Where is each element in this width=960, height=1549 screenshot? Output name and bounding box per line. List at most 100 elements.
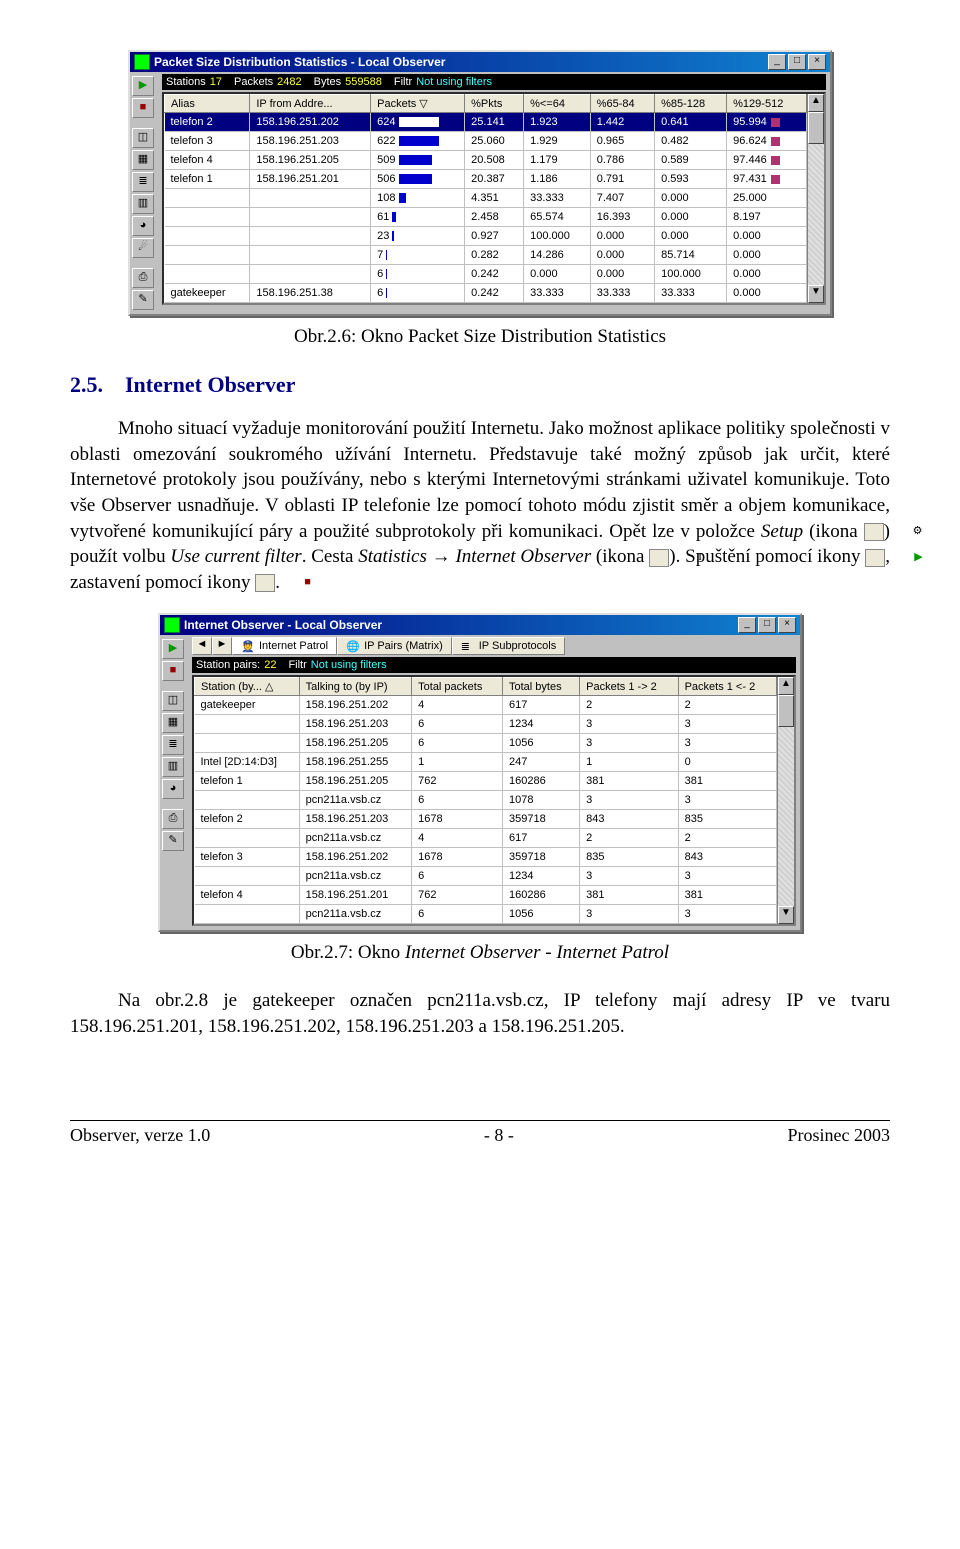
tab-bar: ◄ ► 👮Internet Patrol 🌐IP Pairs (Matrix) …	[192, 637, 796, 655]
tab-internet-patrol[interactable]: 👮Internet Patrol	[232, 637, 337, 655]
figure-1: Packet Size Distribution Statistics - Lo…	[70, 50, 890, 316]
list-icon[interactable]: ≣	[132, 172, 154, 192]
table-row[interactable]: 23 0.927100.0000.0000.0000.000	[165, 227, 807, 246]
window-packet-size: Packet Size Distribution Statistics - Lo…	[128, 50, 832, 316]
app-icon	[134, 54, 150, 70]
table-row[interactable]: telefon 2158.196.251.202624 25.1411.9231…	[165, 113, 807, 132]
pairs-value: 22	[264, 659, 276, 671]
table-row[interactable]: 108 4.35133.3337.4070.00025.000	[165, 189, 807, 208]
table-row[interactable]: 61 2.45865.57416.3930.0008.197	[165, 208, 807, 227]
list-icon[interactable]: ≣	[162, 735, 184, 755]
print-icon[interactable]: ⎙	[162, 809, 184, 829]
table-row[interactable]: 158.196.251.2036123433	[195, 715, 777, 734]
close-button[interactable]: ×	[778, 617, 796, 633]
graph-icon[interactable]: ☄	[132, 238, 154, 258]
data-grid[interactable]: Station (by... △Talking to (by IP)Total …	[194, 677, 777, 924]
column-header[interactable]: IP from Addre...	[250, 95, 371, 113]
stop-icon[interactable]: ■	[162, 661, 184, 681]
tab-prev-button[interactable]: ◄	[192, 637, 212, 655]
stations-label: Stations	[166, 76, 206, 88]
stop-icon[interactable]: ■	[132, 98, 154, 118]
bytes-value: 559588	[345, 76, 382, 88]
maximize-button[interactable]: □	[788, 54, 806, 70]
globe-icon: 🌐	[346, 640, 360, 652]
column-header[interactable]: Total bytes	[502, 678, 579, 696]
section-heading: 2.5.Internet Observer	[70, 372, 890, 398]
table-row[interactable]: gatekeeper158.196.251.386 0.24233.33333.…	[165, 284, 807, 303]
column-header[interactable]: Packets 1 <- 2	[678, 678, 776, 696]
stop-icon: ■	[255, 574, 275, 592]
table-row[interactable]: pcn211a.vsb.cz461722	[195, 829, 777, 848]
column-header[interactable]: Packets 1 -> 2	[580, 678, 678, 696]
data-grid[interactable]: AliasIP from Addre...Packets ▽%Pkts%<=64…	[164, 94, 807, 303]
window-title: Internet Observer - Local Observer	[184, 618, 738, 632]
close-button[interactable]: ×	[808, 54, 826, 70]
table-row[interactable]: gatekeeper158.196.251.202461722	[195, 696, 777, 715]
column-header[interactable]: %65-84	[590, 95, 654, 113]
tab-next-button[interactable]: ►	[212, 637, 232, 655]
vertical-scrollbar[interactable]: ▲ ▼	[777, 677, 794, 924]
setup-icon: ⚙	[864, 523, 884, 541]
pie-icon[interactable]: ◕	[162, 779, 184, 799]
table-row[interactable]: 158.196.251.2056105633	[195, 734, 777, 753]
table-row[interactable]: pcn211a.vsb.cz6105633	[195, 905, 777, 924]
tab-ip-pairs[interactable]: 🌐IP Pairs (Matrix)	[337, 637, 452, 655]
start-icon[interactable]: ▶	[132, 76, 154, 96]
bar-icon[interactable]: ▥	[132, 194, 154, 214]
column-header[interactable]: Alias	[165, 95, 250, 113]
scroll-up-button[interactable]: ▲	[808, 94, 824, 112]
vertical-toolbar: ▶ ■ ◫ ▦ ≣ ▥ ◕ ⎙ ✎	[160, 635, 188, 930]
save-icon[interactable]: ✎	[162, 831, 184, 851]
table-row[interactable]: telefon 4158.196.251.205509 20.5081.1790…	[165, 151, 807, 170]
table-row[interactable]: 7 0.28214.2860.00085.7140.000	[165, 246, 807, 265]
stations-value: 17	[210, 76, 222, 88]
column-header[interactable]: %85-128	[655, 95, 727, 113]
bar-icon[interactable]: ▥	[162, 757, 184, 777]
vertical-scrollbar[interactable]: ▲ ▼	[807, 94, 824, 303]
internet-observer-term: Internet Observer	[455, 546, 591, 567]
pairs-label: Station pairs:	[196, 659, 260, 671]
minimize-button[interactable]: _	[768, 54, 786, 70]
maximize-button[interactable]: □	[758, 617, 776, 633]
section-number: 2.5.	[70, 372, 103, 397]
table-row[interactable]: pcn211a.vsb.cz6107833	[195, 791, 777, 810]
scroll-down-button[interactable]: ▼	[778, 906, 794, 924]
stats-bar: Station pairs: 22 Filtr Not using filter…	[192, 657, 796, 673]
print-icon[interactable]: ⎙	[132, 268, 154, 288]
scroll-thumb[interactable]	[778, 695, 794, 727]
table-row[interactable]: pcn211a.vsb.cz6123433	[195, 867, 777, 886]
table-row[interactable]: telefon 3158.196.251.203622 25.0601.9290…	[165, 132, 807, 151]
table-row[interactable]: telefon 2158.196.251.2031678359718843835	[195, 810, 777, 829]
pie-icon[interactable]: ◕	[132, 216, 154, 236]
figure-2: Internet Observer - Local Observer _ □ ×…	[70, 613, 890, 932]
table-row[interactable]: telefon 1158.196.251.201506 20.3871.1860…	[165, 170, 807, 189]
tab-ip-subprotocols[interactable]: ≣IP Subprotocols	[452, 637, 565, 655]
grid-icon[interactable]: ▦	[162, 713, 184, 733]
table-row[interactable]: telefon 1158.196.251.205762160286381381	[195, 772, 777, 791]
column-header[interactable]: Talking to (by IP)	[299, 678, 411, 696]
table-row[interactable]: telefon 4158.196.251.201762160286381381	[195, 886, 777, 905]
save-icon[interactable]: ✎	[132, 290, 154, 310]
minimize-button[interactable]: _	[738, 617, 756, 633]
scroll-up-button[interactable]: ▲	[778, 677, 794, 695]
table-row[interactable]: 6 0.2420.0000.000100.0000.000	[165, 265, 807, 284]
setup-term: Setup	[761, 521, 803, 542]
table-row[interactable]: telefon 3158.196.251.2021678359718835843	[195, 848, 777, 867]
table-row[interactable]: Intel [2D:14:D3]158.196.251.255124710	[195, 753, 777, 772]
column-header[interactable]: %<=64	[524, 95, 591, 113]
start-icon[interactable]: ▶	[162, 639, 184, 659]
chart-icon[interactable]: ◫	[132, 128, 154, 148]
protocol-icon: ≣	[461, 640, 475, 652]
column-header[interactable]: %Pkts	[465, 95, 524, 113]
scroll-down-button[interactable]: ▼	[808, 285, 824, 303]
column-header[interactable]: Station (by... △	[195, 678, 300, 696]
chart-icon[interactable]: ◫	[162, 691, 184, 711]
column-header[interactable]: Packets ▽	[371, 95, 465, 113]
scroll-thumb[interactable]	[808, 112, 824, 144]
footer-center: - 8 -	[484, 1125, 514, 1146]
column-header[interactable]: Total packets	[412, 678, 503, 696]
footer-left: Observer, verze 1.0	[70, 1125, 210, 1146]
patrol-icon: 👮	[241, 640, 255, 652]
column-header[interactable]: %129-512	[727, 95, 807, 113]
grid-icon[interactable]: ▦	[132, 150, 154, 170]
